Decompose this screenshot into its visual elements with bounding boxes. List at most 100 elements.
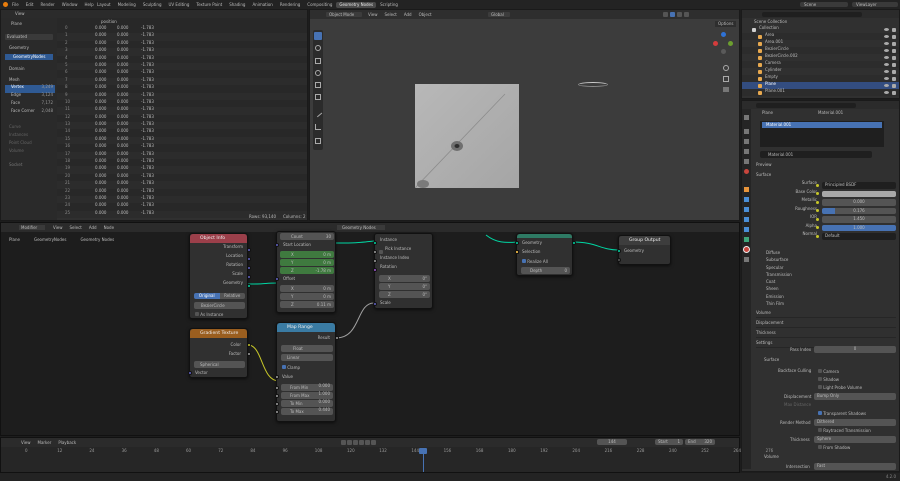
surface-shader-field[interactable]: Principled BSDF (822, 182, 896, 189)
realize-geometry-output[interactable] (572, 241, 576, 245)
map-range-from-min-field[interactable]: From Min 0.000 (275, 384, 333, 391)
output-socket[interactable] (247, 283, 251, 288)
render-camera-icon[interactable] (892, 34, 896, 39)
domain-item-face-corner[interactable]: Face Corner 2,048 (5, 109, 55, 117)
viewport-menu-view[interactable]: View (368, 12, 378, 17)
viewport-menu-object[interactable]: Object (419, 12, 432, 17)
subpanel-coat[interactable]: Coat (756, 278, 896, 285)
menu-file[interactable]: File (12, 2, 19, 7)
intersection-dropdown[interactable]: Fast (814, 463, 896, 470)
menu-render[interactable]: Render (40, 2, 54, 7)
workspace-tab-sculpting[interactable]: Sculpting (140, 2, 165, 8)
workspace-tab-compositing[interactable]: Compositing (304, 2, 335, 8)
domain-item-point-cloud[interactable]: Point Cloud (9, 139, 55, 147)
output-tab-icon[interactable] (744, 139, 749, 144)
start-y-field[interactable]: Y 0 m (280, 259, 334, 266)
prev-keyframe-icon[interactable] (347, 440, 352, 445)
workspace-tab-texture-paint[interactable]: Texture Paint (193, 2, 225, 8)
domain-item-instances[interactable]: Instances (9, 131, 55, 139)
visibility-eye-icon[interactable] (884, 49, 889, 52)
evaluated-dropdown[interactable]: Evaluated (5, 34, 53, 40)
outliner-search[interactable] (762, 11, 862, 17)
data-tab-icon[interactable] (744, 237, 749, 242)
original-option[interactable]: Original (194, 293, 220, 299)
pick-instance-checkbox[interactable] (379, 249, 383, 254)
geometry-item[interactable]: GeometryNodes (5, 54, 53, 60)
menu-edit[interactable]: Edit (26, 2, 34, 7)
cursor-tool-icon[interactable] (315, 45, 321, 51)
gradient-type-dropdown[interactable]: Spherical (194, 361, 245, 368)
realize-all-checkbox[interactable]: Realize All (522, 259, 548, 264)
selection-socket[interactable] (515, 250, 519, 254)
workspace-tab-uv-editing[interactable]: UV Editing (166, 2, 193, 8)
workspace-tab-animation[interactable]: Animation (249, 2, 275, 8)
shadow-checkbox[interactable]: Shadow (818, 377, 839, 382)
map-range-title[interactable]: Map Range (277, 323, 335, 332)
light-probe-checkbox[interactable]: Light Probe Volume (818, 385, 862, 390)
jump-start-icon[interactable] (341, 440, 346, 445)
output-socket[interactable] (247, 256, 251, 261)
group-output-empty-socket[interactable] (617, 258, 621, 262)
view-layer-selector[interactable]: ViewLayer (852, 2, 898, 7)
visibility-eye-icon[interactable] (884, 91, 889, 94)
metallic-field[interactable]: 0.000 (822, 199, 896, 206)
timeline-menu-marker[interactable]: Marker (38, 440, 52, 445)
input-socket[interactable] (373, 267, 377, 272)
offset-socket[interactable] (275, 277, 279, 281)
relative-option[interactable]: Relative (219, 293, 245, 299)
realize-instances-node[interactable]: Geometry Selection Realize All Depth 0 (515, 233, 576, 276)
move-tool-icon[interactable] (315, 58, 321, 64)
rotate-tool-icon[interactable] (315, 70, 321, 76)
next-keyframe-icon[interactable] (365, 440, 370, 445)
group-output-geometry-socket[interactable] (617, 249, 621, 253)
view-layer-tab-icon[interactable] (744, 149, 749, 154)
surface-panel[interactable]: Surface (756, 173, 771, 177)
timeline[interactable]: View Marker Playback 144 Start 1 End 320 0 12… (0, 437, 773, 473)
object-mode-dropdown[interactable]: Object Mode (326, 12, 362, 17)
play-reverse-icon[interactable] (353, 440, 358, 445)
visibility-eye-icon[interactable] (884, 84, 889, 87)
object-info-node[interactable]: Object Info Transform Location Rotation Sca… (189, 233, 251, 319)
field-socket[interactable] (275, 401, 279, 406)
data-type-dropdown[interactable]: Float (281, 345, 333, 352)
base-color-socket-icon[interactable] (816, 192, 819, 195)
scene-selector[interactable]: Scene (800, 2, 848, 7)
render-camera-icon[interactable] (892, 69, 896, 74)
object-field[interactable]: BezierCircle (194, 302, 245, 309)
rotation-z-field[interactable]: Z 0° (379, 291, 430, 298)
3d-viewport[interactable]: Object Mode View Select Add Object Global O… (309, 9, 740, 221)
render-camera-icon[interactable] (892, 48, 896, 53)
world-tab-icon[interactable] (744, 169, 749, 174)
render-camera-icon[interactable] (892, 55, 896, 60)
object-tab-icon[interactable] (744, 187, 749, 192)
node-editor[interactable]: Modifier View Select Add Node Geometry Node… (0, 222, 740, 436)
material-shading-icon[interactable] (677, 12, 682, 17)
output-socket[interactable] (247, 247, 251, 252)
visibility-eye-icon[interactable] (884, 35, 889, 38)
interpolation-dropdown[interactable]: Linear (281, 354, 333, 361)
panel-volume[interactable]: Volume (756, 308, 896, 318)
settings-surface-subpanel[interactable]: Surface (764, 358, 779, 362)
alpha-field[interactable]: 1.000 (822, 224, 896, 231)
mesh-label[interactable]: Mesh (9, 78, 20, 82)
ior-field[interactable]: 1.450 (822, 216, 896, 223)
realize-header[interactable] (517, 234, 572, 238)
shading-icons[interactable] (663, 12, 689, 17)
subpanel-transmission[interactable]: Transmission (756, 271, 896, 278)
gradient-texture-node[interactable]: Gradient Texture Color Factor Spherical … (188, 328, 251, 378)
subpanel-diffuse[interactable]: Diffuse (756, 249, 896, 256)
original-relative-toggle[interactable]: Original Relative (194, 293, 245, 299)
render-camera-icon[interactable] (892, 76, 896, 81)
group-output-node[interactable]: Group Output Geometry (617, 235, 671, 265)
metallic-socket-icon[interactable] (816, 200, 819, 204)
timeline-menu-view[interactable]: View (21, 440, 31, 445)
rotation-x-field[interactable]: X 0° (379, 275, 430, 282)
subpanel-specular[interactable]: Specular (756, 264, 896, 271)
map-range-node[interactable]: Map Range Result Float Linear Clamp Valu… (275, 322, 339, 422)
visibility-eye-icon[interactable] (884, 56, 889, 59)
roughness-field[interactable]: 0.176 (822, 207, 896, 214)
navigation-gizmo[interactable] (713, 32, 735, 54)
count-field[interactable]: Count 30 (280, 233, 334, 240)
select-tool-icon[interactable] (314, 32, 322, 40)
output-socket[interactable] (247, 274, 251, 279)
